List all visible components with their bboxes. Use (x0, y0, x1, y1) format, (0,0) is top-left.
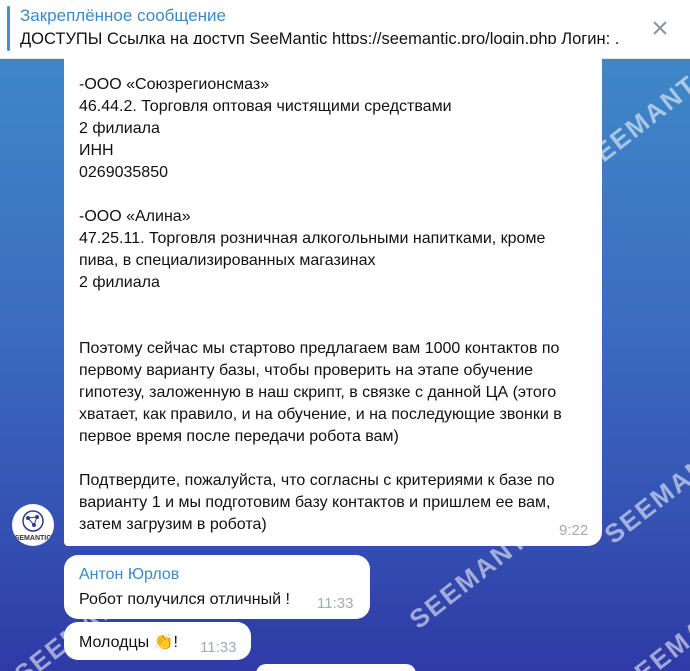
message-line: 2 филиала (79, 274, 160, 291)
message-line: 2 филиала (79, 120, 160, 137)
message-line (79, 316, 594, 338)
message-bubble[interactable] (256, 664, 416, 671)
message-line: -ООО «Алина» (79, 208, 191, 225)
message-line: гипотезу, заложенную в наш скрипт, в свя… (79, 384, 557, 401)
avatar-label: SEMANTIC (14, 535, 52, 542)
message-line: 47.25.11. Торговля розничная алкогольным… (79, 230, 546, 247)
message-line: 46.44.2. Торговля оптовая чистящими сред… (79, 98, 452, 115)
message-line: варианту 1 и мы подготовим базу контакто… (79, 494, 551, 511)
message-line: ИНН (79, 142, 114, 159)
message-time: 11:33 (317, 595, 354, 612)
message-bubble[interactable]: -ООО «Союзрегионсмаз» 46.44.2. Торговля … (64, 44, 602, 546)
message-line: пива, в специализированных магазинах (79, 252, 376, 269)
message-text: -ООО «Союзрегионсмаз» 46.44.2. Торговля … (79, 74, 594, 536)
watermark-text: SEEMANTIC (598, 420, 690, 550)
pinned-title: Закреплённое сообщение (20, 6, 226, 25)
message-text: Робот получился отличный ! (79, 591, 290, 608)
close-icon[interactable] (646, 14, 674, 42)
message-line: Подтвердите, пожалуйста, что согласны с … (79, 472, 555, 489)
avatar[interactable]: SEMANTIC (12, 504, 54, 546)
message-line: Поэтому сейчас мы стартово предлагаем ва… (79, 340, 560, 357)
message-bubble[interactable]: Молодцы 👏! 11:33 (64, 622, 251, 660)
message-line: первое время после передачи робота вам) (79, 428, 399, 445)
sender-name[interactable]: Антон Юрлов (79, 566, 179, 584)
watermark-text: SEEMANTIC (613, 570, 690, 671)
message-line (79, 448, 594, 470)
message-time: 9:22 (559, 522, 589, 539)
message-bubble[interactable]: Антон Юрлов Робот получился отличный ! 1… (64, 555, 370, 619)
message-line: -ООО «Союзрегионсмаз» (79, 76, 270, 93)
message-line (79, 294, 594, 316)
message-line: 0269035850 (79, 164, 168, 181)
message-line: хватает, как правило, и на обучение, и н… (79, 406, 562, 423)
message-line: затем загрузим в робота) (79, 516, 267, 533)
pinned-accent-bar (7, 6, 10, 51)
message-time: 11:33 (200, 639, 237, 656)
message-line: первому варианту базы, чтобы проверить н… (79, 362, 534, 379)
message-line (79, 184, 594, 206)
message-text: Молодцы 👏! (79, 634, 178, 651)
